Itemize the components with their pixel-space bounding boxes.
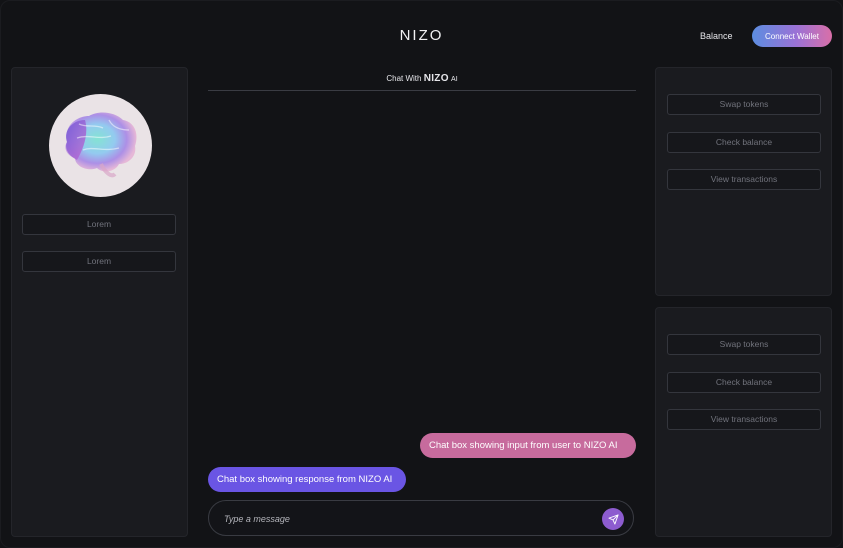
- chat-header-brand: NIZO: [423, 73, 449, 84]
- view-transactions-button[interactable]: View transactions: [667, 409, 821, 430]
- send-button[interactable]: [602, 508, 624, 530]
- view-transactions-button[interactable]: View transactions: [667, 169, 821, 190]
- chat-header-prefix: Chat With: [386, 74, 422, 83]
- swap-tokens-button[interactable]: Swap tokens: [667, 334, 821, 355]
- connect-wallet-button[interactable]: Connect Wallet: [752, 25, 832, 47]
- message-input[interactable]: [224, 510, 594, 527]
- brain-icon: [49, 94, 152, 197]
- chat-divider: [208, 90, 636, 91]
- lorem-button[interactable]: Lorem: [22, 214, 176, 235]
- send-icon: [607, 513, 619, 525]
- chat-header: Chat With NIZO AI: [208, 73, 636, 84]
- swap-tokens-button[interactable]: Swap tokens: [667, 94, 821, 115]
- right-panel-top: Swap tokens Check balance View transacti…: [655, 67, 832, 296]
- ai-message-bubble: Chat box showing response from NIZO AI: [208, 467, 406, 492]
- chat-header-suffix: AI: [451, 76, 458, 83]
- lorem-button[interactable]: Lorem: [22, 251, 176, 272]
- user-message-bubble: Chat box showing input from user to NIZO…: [420, 433, 636, 458]
- message-composer: [208, 500, 634, 536]
- right-panel-bottom: Swap tokens Check balance View transacti…: [655, 307, 832, 537]
- left-panel: Lorem Lorem: [11, 67, 188, 537]
- balance-link[interactable]: Balance: [700, 31, 733, 41]
- check-balance-button[interactable]: Check balance: [667, 132, 821, 153]
- check-balance-button[interactable]: Check balance: [667, 372, 821, 393]
